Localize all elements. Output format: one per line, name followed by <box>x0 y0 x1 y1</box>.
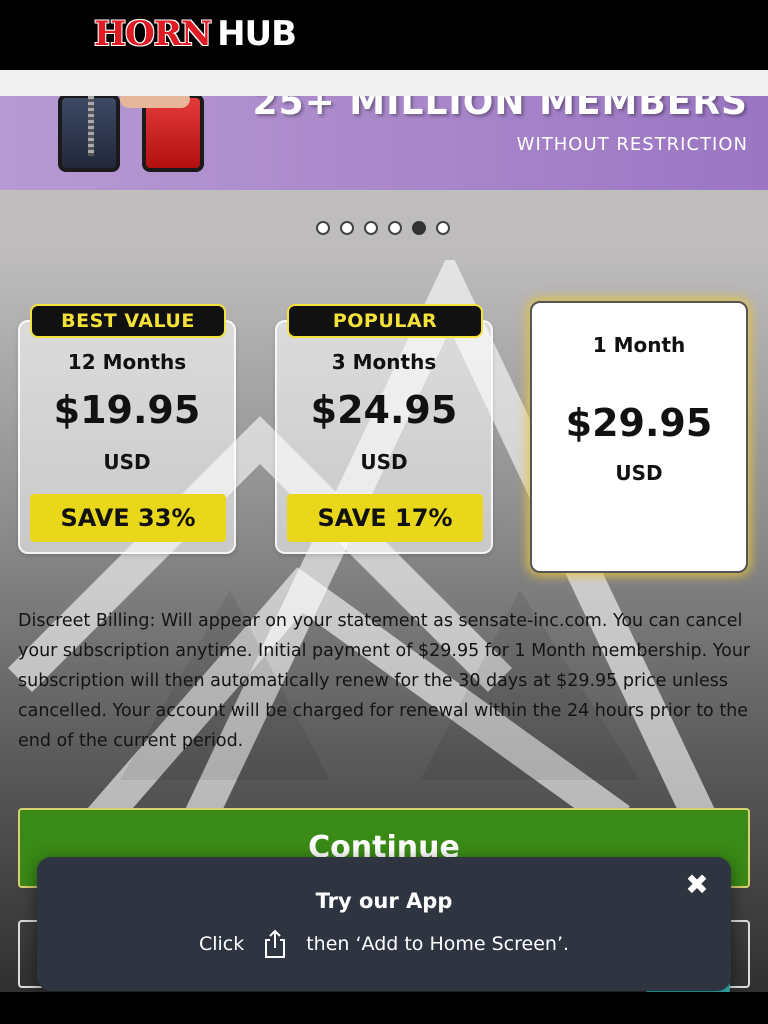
hand-illustration <box>120 96 190 108</box>
header-strip <box>0 70 768 96</box>
carousel-dot[interactable] <box>388 221 402 235</box>
plan-currency: USD <box>360 450 408 474</box>
plan-card-1-month-selected[interactable]: 1 Month $29.95 USD <box>530 301 748 573</box>
site-header: HORN HUB <box>0 0 768 70</box>
plan-badge: POPULAR <box>287 304 483 338</box>
carousel-dot[interactable] <box>340 221 354 235</box>
share-icon <box>265 929 286 958</box>
plan-price: $19.95 <box>53 388 201 432</box>
popup-instruction: Click then ‘Add to Home Screen’. <box>37 929 731 959</box>
zipper-illustration <box>88 96 94 156</box>
plan-currency: USD <box>615 461 663 485</box>
carousel-dot[interactable] <box>436 221 450 235</box>
bottom-bar <box>0 992 768 1024</box>
carousel-dot[interactable] <box>316 221 330 235</box>
plan-duration: 1 Month <box>592 333 686 357</box>
logo-horn-text: HORN <box>94 14 212 54</box>
logo-hub-text: HUB <box>217 14 297 54</box>
plan-price: $24.95 <box>310 388 458 432</box>
plan-currency: USD <box>103 450 151 474</box>
app-install-popup: ✖ Try our App Click then ‘Add to Home Sc… <box>37 857 731 991</box>
billing-disclaimer: Discreet Billing: Will appear on your st… <box>18 611 751 751</box>
plan-duration: 3 Months <box>331 350 437 374</box>
plan-badge: BEST VALUE <box>30 304 226 338</box>
plan-card-3-months[interactable]: POPULAR 3 Months $24.95 USD SAVE 17% <box>275 304 493 554</box>
plan-savings: SAVE 17% <box>287 494 483 542</box>
plan-price: $29.95 <box>565 401 713 445</box>
banner-subline: WITHOUT RESTRICTION <box>516 134 748 155</box>
plan-card-12-months[interactable]: BEST VALUE 12 Months $19.95 USD SAVE 33% <box>18 304 236 554</box>
plan-savings: SAVE 33% <box>30 494 226 542</box>
site-logo[interactable]: HORN HUB <box>94 14 297 54</box>
carousel-dot[interactable] <box>364 221 378 235</box>
popup-click-text: Click <box>198 933 245 955</box>
carousel-dots <box>316 221 450 235</box>
popup-title: Try our App <box>315 889 453 913</box>
carousel-dot-active[interactable] <box>412 221 426 235</box>
plan-duration: 12 Months <box>67 350 187 374</box>
promo-banner[interactable]: 25+ MILLION MEMBERS WITHOUT RESTRICTION <box>0 96 768 190</box>
popup-instruction-text: then ‘Add to Home Screen’. <box>306 933 570 955</box>
banner-headline: 25+ MILLION MEMBERS <box>252 96 748 123</box>
